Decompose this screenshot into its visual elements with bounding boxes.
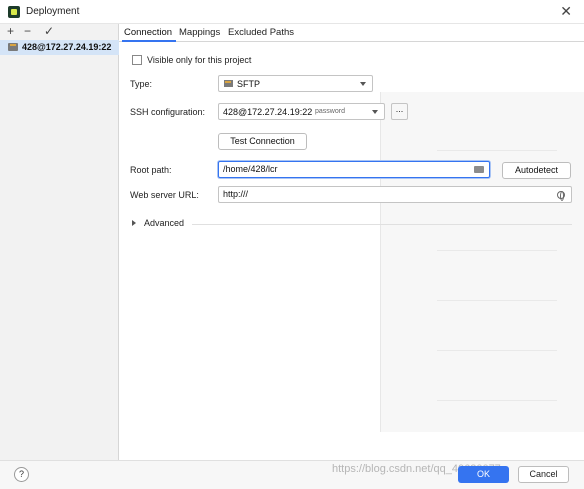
sftp-icon: [224, 80, 233, 87]
web-server-url-value: http:///: [223, 189, 249, 199]
close-icon[interactable]: ✕: [560, 3, 572, 20]
tab-connection[interactable]: Connection: [124, 27, 172, 38]
ssh-config-browse-button[interactable]: ...: [391, 103, 408, 120]
server-toolbar: + − ✓: [0, 24, 119, 40]
chevron-down-icon: [360, 82, 366, 86]
ssh-config-label: SSH configuration:: [130, 107, 206, 117]
advanced-section-toggle[interactable]: Advanced: [144, 218, 184, 228]
type-label: Type:: [130, 79, 153, 89]
tab-bar: Connection Mappings Excluded Paths: [119, 24, 584, 42]
help-button[interactable]: ?: [14, 467, 29, 482]
autodetect-button[interactable]: Autodetect: [502, 162, 571, 179]
type-select[interactable]: SFTP: [218, 75, 373, 92]
globe-icon[interactable]: [557, 191, 565, 201]
visible-only-checkbox[interactable]: [132, 55, 142, 65]
background-overlay: [380, 92, 584, 432]
ssh-config-select[interactable]: 428@172.27.24.19:22 password: [218, 103, 385, 120]
root-path-input[interactable]: /home/428/lcr: [218, 161, 490, 178]
folder-icon[interactable]: [474, 166, 484, 173]
root-path-label: Root path:: [130, 165, 172, 175]
server-item-label: 428@172.27.24.19:22: [22, 42, 112, 52]
ok-button[interactable]: OK: [458, 466, 509, 483]
overlay-line: [437, 150, 557, 151]
sftp-server-icon: [8, 43, 18, 51]
overlay-line: [437, 250, 557, 251]
tab-mappings[interactable]: Mappings: [179, 27, 220, 38]
active-tab-indicator: [122, 40, 176, 42]
chevron-down-icon: [372, 110, 378, 114]
overlay-line: [437, 400, 557, 401]
ssh-config-value: 428@172.27.24.19:22: [223, 107, 313, 117]
remove-server-button[interactable]: −: [24, 24, 31, 38]
type-value: SFTP: [237, 79, 261, 89]
overlay-line: [437, 300, 557, 301]
app-icon: [8, 6, 20, 18]
server-list-pane: + − ✓ 428@172.27.24.19:22: [0, 24, 119, 460]
add-server-button[interactable]: +: [7, 24, 14, 38]
title-bar: Deployment ✕: [0, 0, 584, 24]
web-server-url-label: Web server URL:: [130, 190, 199, 200]
overlay-line: [437, 350, 557, 351]
visible-only-label: Visible only for this project: [147, 55, 252, 65]
tab-excluded-paths[interactable]: Excluded Paths: [228, 27, 294, 38]
web-server-url-input[interactable]: http:///: [218, 186, 572, 203]
ssh-auth-type: password: [315, 108, 345, 115]
set-default-button[interactable]: ✓: [44, 24, 54, 38]
test-connection-button[interactable]: Test Connection: [218, 133, 307, 150]
cancel-button[interactable]: Cancel: [518, 466, 569, 483]
root-path-value: /home/428/lcr: [223, 164, 278, 174]
window-title: Deployment: [26, 6, 80, 17]
server-list-item[interactable]: 428@172.27.24.19:22: [0, 40, 119, 55]
advanced-divider: [192, 224, 572, 225]
chevron-right-icon[interactable]: [132, 220, 136, 226]
